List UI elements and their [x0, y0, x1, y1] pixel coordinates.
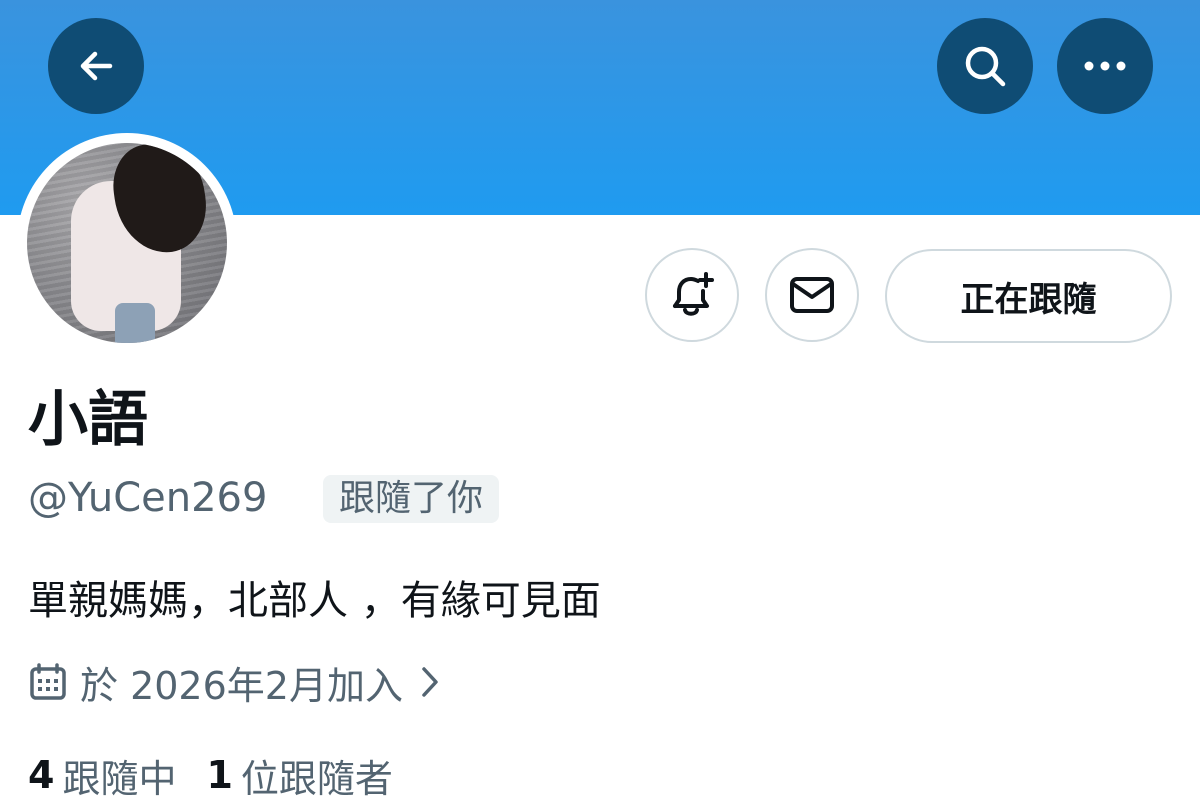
followers-label: 位跟隨者	[240, 756, 393, 801]
message-button[interactable]	[765, 248, 859, 342]
display-name: 小語	[28, 385, 148, 455]
follows-you-badge: 跟隨了你	[323, 475, 500, 523]
arrow-left-icon	[80, 51, 113, 81]
join-date[interactable]: 於 2026年2月加入	[28, 657, 443, 708]
avatar-legs	[115, 303, 155, 343]
profile-bio: 單親媽媽，北部人 ，有緣可見面	[28, 578, 601, 624]
avatar[interactable]	[27, 143, 227, 343]
user-handle: @YuCen269	[28, 475, 268, 521]
following-label: 跟隨中	[62, 756, 177, 801]
back-button[interactable]	[48, 18, 144, 114]
followers-count: 1	[206, 753, 233, 797]
more-horizontal-icon	[1084, 61, 1126, 71]
following-button[interactable]: 正在跟隨	[885, 249, 1172, 343]
calendar-icon	[28, 662, 68, 702]
following-count: 4	[28, 753, 55, 797]
followers-stat[interactable]: 1 位跟隨者	[206, 748, 392, 803]
join-date-text: 於 2026年2月加入	[80, 663, 403, 708]
search-icon	[965, 46, 1006, 87]
more-button[interactable]	[1057, 18, 1153, 114]
notifications-button[interactable]	[645, 248, 739, 342]
following-stat[interactable]: 4 跟隨中	[28, 748, 176, 803]
search-button[interactable]	[937, 18, 1033, 114]
mail-icon	[790, 277, 834, 313]
follow-stats: 4 跟隨中 1 位跟隨者	[28, 748, 423, 803]
bell-plus-icon	[673, 272, 714, 316]
profile-page: 正在跟隨 小語 @YuCen269 跟隨了你 單親媽媽，北部人 ，有緣可見面 於…	[0, 0, 1200, 812]
chevron-right-icon	[417, 664, 443, 700]
